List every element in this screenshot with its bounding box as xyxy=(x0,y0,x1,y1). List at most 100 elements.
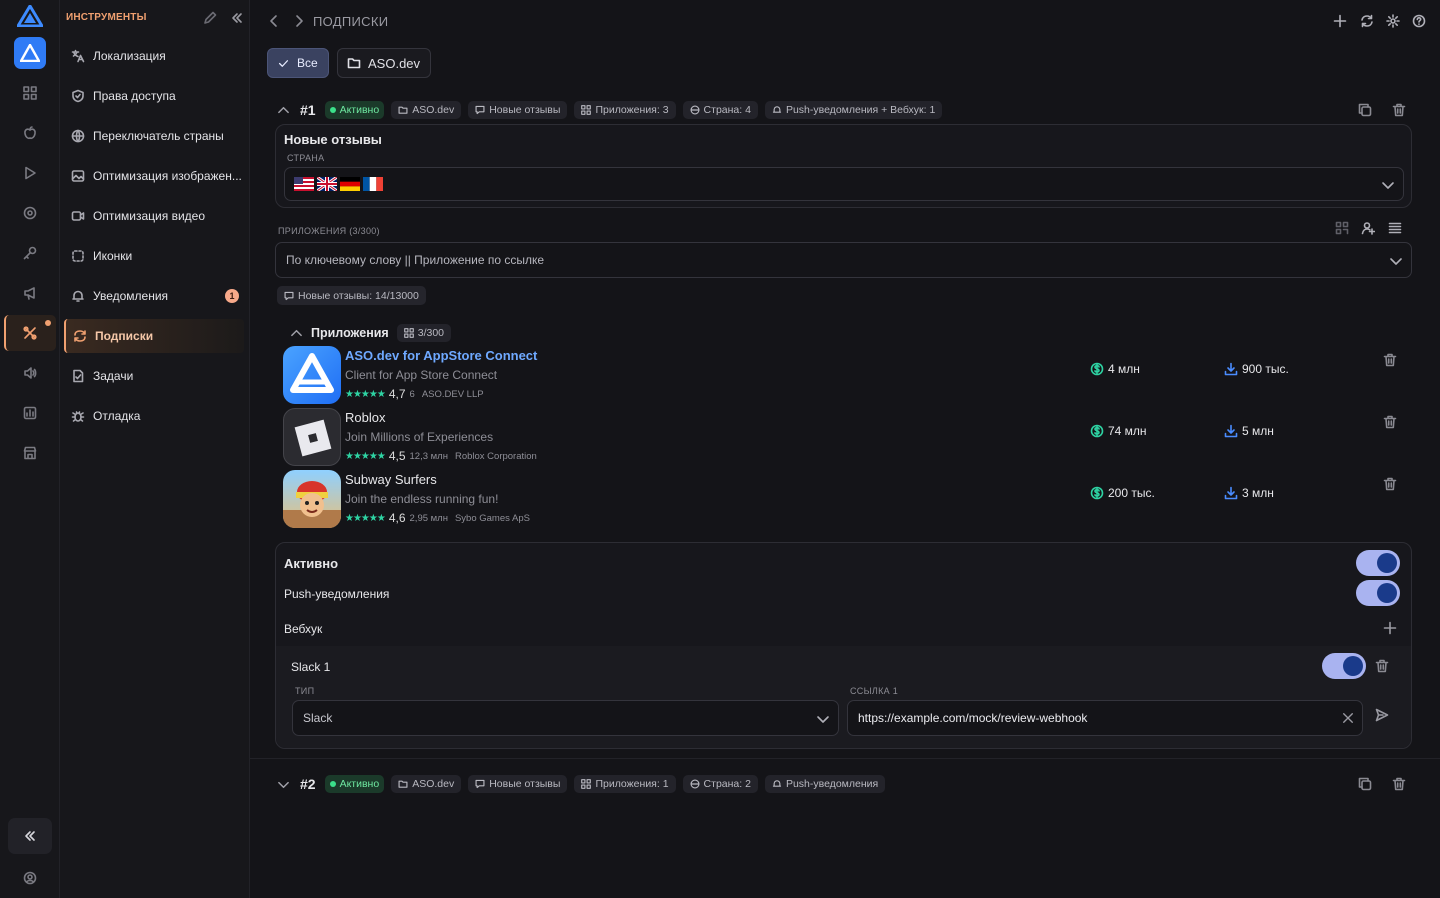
delete-icon[interactable] xyxy=(1392,777,1406,791)
eye-icon[interactable] xyxy=(17,200,43,226)
delete-app-icon[interactable] xyxy=(1383,477,1397,491)
duplicate-icon[interactable] xyxy=(1358,103,1372,117)
push-toggle[interactable] xyxy=(1356,580,1400,606)
chart-icon[interactable] xyxy=(17,400,43,426)
sidebar-item-subscriptions[interactable]: Подписки xyxy=(64,319,244,353)
globe-icon xyxy=(690,105,700,115)
subscription-1-header[interactable]: #1 Активно ASO.dev Новые отзывы Приложен… xyxy=(277,100,1177,120)
sidebar-item-label: Уведомления xyxy=(93,289,169,303)
chevron-down-icon xyxy=(1390,258,1402,265)
chevron-down-icon xyxy=(278,781,289,788)
chevron-down-icon xyxy=(1382,182,1394,189)
sidebar-item-video-optimization[interactable]: Оптимизация видео xyxy=(64,199,244,233)
stars-icon: ★★★★★ xyxy=(345,388,386,400)
tag-channels: Push-уведомления xyxy=(764,775,886,793)
add-icon[interactable] xyxy=(1333,14,1347,28)
app-row[interactable]: Roblox Join Millions of Experiences ★★★★… xyxy=(283,408,1408,468)
sidebar-item-country-switcher[interactable]: Переключатель страны xyxy=(64,119,244,153)
page-title: ПОДПИСКИ xyxy=(313,14,389,29)
webhook-url-input[interactable]: https://example.com/mock/review-webhook xyxy=(847,700,1363,736)
megaphone-icon[interactable] xyxy=(17,280,43,306)
download-icon xyxy=(1224,424,1238,438)
add-user-icon[interactable] xyxy=(1361,221,1375,235)
filter-all-button[interactable]: Все xyxy=(267,48,329,78)
webhook-link-label: ССЫЛКА 1 xyxy=(850,686,899,696)
help-icon[interactable] xyxy=(1412,14,1426,28)
send-test-icon[interactable] xyxy=(1375,708,1389,722)
list-icon[interactable] xyxy=(1388,221,1402,235)
download-icon xyxy=(1224,486,1238,500)
folder-icon xyxy=(347,58,361,69)
app-name[interactable]: Roblox xyxy=(345,410,385,425)
subscription-2-header[interactable]: #2 Активно ASO.dev Новые отзывы Приложен… xyxy=(277,774,1177,794)
folder-icon xyxy=(398,780,408,788)
webhook-name: Slack 1 xyxy=(291,660,331,674)
notification-settings-card: Активно Push-уведомления Вебхук Slack 1 … xyxy=(275,542,1412,749)
notifications-badge: 1 xyxy=(225,289,239,303)
webhook-type-select[interactable]: Slack xyxy=(292,700,839,736)
divider xyxy=(250,758,1440,759)
app-row[interactable]: Subway Surfers Join the endless running … xyxy=(283,470,1408,530)
dollar-icon xyxy=(1090,424,1104,438)
country-select[interactable] xyxy=(284,167,1404,201)
filter-aso-button[interactable]: ASO.dev xyxy=(337,48,431,78)
delete-app-icon[interactable] xyxy=(1383,353,1397,367)
delete-icon[interactable] xyxy=(1392,103,1406,117)
collapse-rail-button[interactable] xyxy=(8,818,52,854)
tag-apps: Приложения: 3 xyxy=(574,101,676,119)
app-avatar[interactable] xyxy=(14,37,46,69)
add-webhook-icon[interactable] xyxy=(1383,621,1397,635)
gear-icon[interactable] xyxy=(1386,14,1400,28)
back-icon[interactable] xyxy=(267,14,281,28)
app-name[interactable]: ASO.dev for AppStore Connect xyxy=(345,348,537,363)
main-content: ПОДПИСКИ Все ASO.dev #1 Активно ASO.dev … xyxy=(250,0,1440,898)
scan-icon[interactable] xyxy=(1335,221,1349,235)
shield-icon xyxy=(72,89,84,103)
forward-icon[interactable] xyxy=(292,14,306,28)
sidebar-item-icons[interactable]: Иконки xyxy=(64,239,244,273)
app-rating: ★★★★★ 4,6 2,95 млн Sybo Games ApS xyxy=(345,511,530,525)
apps-grid-icon[interactable] xyxy=(17,80,43,106)
globe-icon xyxy=(71,129,85,143)
sound-icon[interactable] xyxy=(17,360,43,386)
apps-section-header[interactable]: Приложения 3/300 xyxy=(290,324,452,342)
video-icon xyxy=(71,211,85,221)
apps-label: ПРИЛОЖЕНИЯ (3/300) xyxy=(278,226,380,236)
icons-icon xyxy=(72,250,84,262)
icon-rail xyxy=(0,0,60,898)
edit-icon[interactable] xyxy=(203,11,217,25)
app-name[interactable]: Subway Surfers xyxy=(345,472,437,487)
refresh-icon[interactable] xyxy=(1360,14,1374,28)
app-row[interactable]: ASO.dev for AppStore Connect Client for … xyxy=(283,346,1408,406)
app-revenue: 74 млн xyxy=(1090,424,1147,438)
clear-icon[interactable] xyxy=(1342,712,1354,724)
webhook-toggle[interactable] xyxy=(1322,653,1366,679)
play-icon[interactable] xyxy=(17,160,43,186)
webhook-type-value: Slack xyxy=(303,711,333,725)
user-icon[interactable] xyxy=(17,865,43,891)
store-icon[interactable] xyxy=(17,440,43,466)
bell-icon xyxy=(772,106,782,113)
duplicate-icon[interactable] xyxy=(1358,777,1372,791)
tasks-icon xyxy=(73,369,84,383)
sidebar-item-notifications[interactable]: Уведомления 1 xyxy=(64,279,244,313)
key-icon[interactable] xyxy=(17,240,43,266)
delete-app-icon[interactable] xyxy=(1383,415,1397,429)
sidebar-item-label: Иконки xyxy=(93,249,133,263)
apps-search-input[interactable]: По ключевому слову || Приложение по ссыл… xyxy=(275,242,1412,278)
notification-dot xyxy=(45,320,51,326)
chevron-up-icon xyxy=(278,106,289,113)
delete-webhook-icon[interactable] xyxy=(1375,659,1389,673)
apple-icon[interactable] xyxy=(17,120,43,146)
active-toggle[interactable] xyxy=(1356,550,1400,576)
sidebar-item-tasks[interactable]: Задачи xyxy=(64,359,244,393)
tools-sidebar: ИНСТРУМЕНТЫ Локализация Права доступа Пе… xyxy=(60,0,250,898)
sidebar-item-debug[interactable]: Отладка xyxy=(64,399,244,433)
sidebar-item-image-optimization[interactable]: Оптимизация изображен... xyxy=(64,159,244,193)
collapse-sidebar-icon[interactable] xyxy=(230,11,244,25)
stars-icon: ★★★★★ xyxy=(345,512,386,524)
webhook-url-value: https://example.com/mock/review-webhook xyxy=(858,711,1088,725)
tools-icon[interactable] xyxy=(17,320,43,346)
sidebar-item-localization[interactable]: Локализация xyxy=(64,39,244,73)
sidebar-item-permissions[interactable]: Права доступа xyxy=(64,79,244,113)
